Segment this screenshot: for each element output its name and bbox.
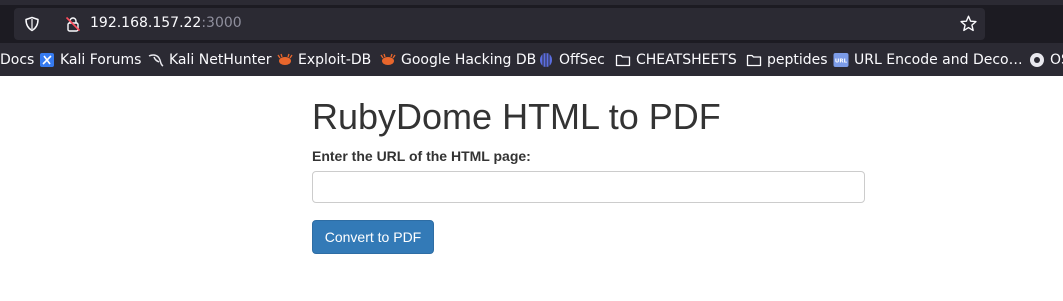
page-content: RubyDome HTML to PDF Enter the URL of th… [0, 76, 1063, 301]
bookmark-label: CHEATSHEETS [636, 51, 737, 68]
star-icon[interactable] [960, 15, 977, 32]
folder-icon [746, 54, 762, 66]
bookmark-os[interactable]: OS [1029, 51, 1063, 68]
bookmark-label: Kali NetHunter [169, 51, 272, 68]
url-host: 192.168.157.22 [90, 15, 202, 31]
bookmark-exploit-db[interactable]: Exploit-DB [277, 51, 371, 68]
svg-text:URL: URL [835, 58, 848, 64]
bookmark-label: Google Hacking DB [401, 51, 537, 68]
page-title: RubyDome HTML to PDF [312, 96, 721, 137]
bookmark-label: peptides [767, 51, 828, 68]
bookmark-peptides[interactable]: peptides [746, 51, 828, 68]
exploit-db-icon [277, 53, 293, 65]
bookmark-google-hacking-db[interactable]: Google Hacking DB [380, 51, 536, 68]
bookmark-label: Docs [0, 51, 35, 68]
shield-icon[interactable] [24, 16, 40, 32]
ghdb-icon [380, 53, 396, 65]
url-icon: URL [833, 52, 849, 67]
offsec-icon [540, 52, 552, 67]
bookmark-label: OffSec [559, 51, 605, 68]
bookmark-url-encode[interactable]: URL URL Encode and Deco… [833, 51, 1023, 68]
browser-toolbar: 192.168.157.22:3000 [0, 5, 1063, 43]
lock-slash-icon[interactable] [65, 16, 81, 32]
bookmarks-toolbar: Docs Kali Forums Kali NetHunter Exploit-… [0, 43, 1063, 76]
bookmark-kali-nethunter[interactable]: Kali NetHunter [148, 51, 271, 68]
bookmark-label: Kali Forums [60, 51, 142, 68]
bookmark-kali-forums[interactable]: Kali Forums [39, 51, 141, 68]
address-bar[interactable]: 192.168.157.22:3000 [14, 8, 985, 40]
convert-to-pdf-button[interactable]: Convert to PDF [312, 220, 434, 254]
bookmark-label: Exploit-DB [298, 51, 372, 68]
bookmark-label: OS [1050, 51, 1063, 68]
folder-icon [615, 54, 631, 66]
bookmark-docs[interactable]: Docs [0, 51, 34, 68]
bookmark-label: URL Encode and Deco… [854, 51, 1023, 68]
url-port: :3000 [201, 15, 242, 31]
url-field-label: Enter the URL of the HTML page: [312, 148, 531, 164]
url-input[interactable] [312, 171, 865, 203]
kali-forums-icon [40, 52, 54, 67]
bookmark-offsec[interactable]: OffSec [538, 51, 605, 68]
bookmark-cheatsheets[interactable]: CHEATSHEETS [615, 51, 737, 68]
os-icon [1030, 52, 1044, 67]
url-text[interactable]: 192.168.157.22:3000 [90, 15, 242, 31]
kali-dragon-icon [148, 53, 164, 67]
